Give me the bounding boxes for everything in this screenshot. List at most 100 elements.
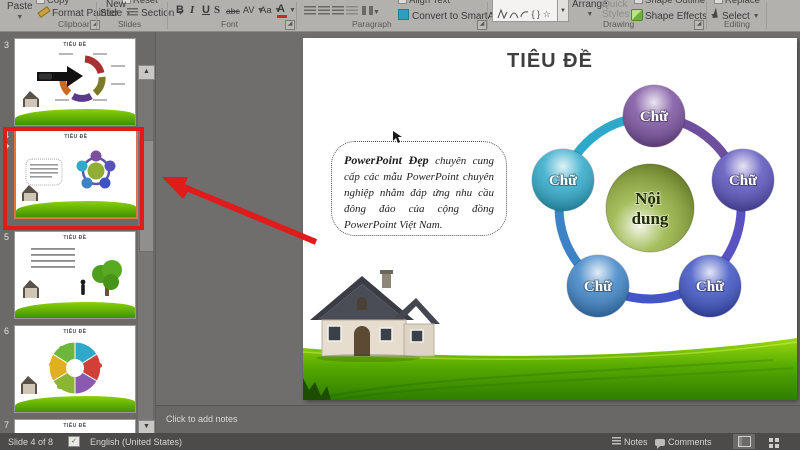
- diagram-node-left[interactable]: Chữ: [531, 148, 595, 212]
- slide-number-6: 6: [4, 326, 10, 336]
- thumb5-graphics: [23, 248, 122, 298]
- notes-pane[interactable]: Click to add notes: [156, 405, 800, 434]
- diagram-node-right[interactable]: Chữ: [711, 148, 775, 212]
- dropdown-arrow: ▼: [373, 9, 380, 16]
- justify-button[interactable]: [346, 6, 358, 15]
- brace-left-shape[interactable]: {: [532, 9, 535, 19]
- drawing-dialog-launcher[interactable]: ◢: [694, 20, 704, 30]
- dropdown-arrow: ▼: [752, 13, 760, 20]
- slide-thumbnail-3[interactable]: TIÊU ĐỀ: [14, 38, 136, 126]
- comments-icon: [655, 439, 665, 449]
- align-left-button[interactable]: [304, 6, 316, 15]
- section-icon: [127, 8, 138, 17]
- ribbon: Paste ▼ Copy Format Painter Clipboard ◢ …: [0, 0, 800, 32]
- shape-outline-button[interactable]: Shape Outline: [634, 0, 705, 6]
- select-cursor-icon: [712, 7, 721, 20]
- editing-group-label: Editing: [724, 19, 750, 29]
- comments-button[interactable]: Comments: [655, 437, 712, 449]
- status-bar: Slide 4 of 8 ✓ English (United States) N…: [0, 433, 800, 450]
- font-group-label: Font: [221, 19, 239, 29]
- svg-text:Chữ: Chữ: [729, 173, 758, 189]
- thumb6-grass: [15, 396, 135, 412]
- group-divider: [487, 2, 488, 29]
- paragraph-dialog-launcher[interactable]: ◢: [477, 20, 487, 30]
- drawing-group-label: Drawing: [603, 19, 635, 29]
- replace-icon: [714, 0, 723, 4]
- svg-text:Chữ: Chữ: [696, 279, 725, 295]
- slide-thumbnail-5[interactable]: TIÊU ĐỀ: [14, 231, 136, 319]
- diagram-node-bottom-left[interactable]: Chữ: [566, 254, 630, 318]
- spell-check-icon[interactable]: ✓: [68, 436, 80, 447]
- slide-number-7: 7: [4, 420, 10, 430]
- replace-button[interactable]: Replace: [714, 0, 760, 6]
- font-dialog-launcher[interactable]: ◢: [285, 20, 295, 30]
- shapes-gallery-more-button[interactable]: ▼: [557, 0, 569, 22]
- thumb3-diagram: [23, 53, 125, 107]
- pane-splitter[interactable]: [155, 32, 156, 433]
- brace-right-shape[interactable]: }: [537, 9, 540, 19]
- slide-canvas[interactable]: TIÊU ĐỀ PowerPoint Đẹp chuyên cung cấp c…: [303, 38, 797, 400]
- underline-button[interactable]: U: [202, 4, 210, 16]
- shape-outline-icon: [634, 0, 643, 4]
- clipboard-group-label: Clipboard: [58, 19, 95, 29]
- diagram-node-bottom-right[interactable]: Chữ: [678, 254, 742, 318]
- font-color-button[interactable]: A: [277, 3, 287, 18]
- dropdown-arrow: ▼: [586, 11, 594, 18]
- format-painter-icon: [37, 6, 51, 18]
- thumbnail-scroll-up-button[interactable]: ▲: [138, 65, 155, 80]
- slide-thumbnail-6[interactable]: TIÊU ĐỀ: [14, 325, 136, 413]
- copy-button[interactable]: Copy: [36, 0, 69, 6]
- svg-text:Nội dung: Nội dung: [632, 189, 669, 228]
- notes-placeholder: Click to add notes: [166, 414, 238, 424]
- font-color-swatch: [277, 15, 287, 18]
- slide-sorter-icon: [769, 438, 773, 442]
- copy-icon: [36, 0, 45, 4]
- clipboard-dialog-launcher[interactable]: ◢: [90, 20, 100, 30]
- columns-button[interactable]: ▼: [362, 6, 380, 18]
- slide-indicator: Slide 4 of 8: [8, 437, 54, 447]
- dropdown-arrow: ▼: [16, 14, 24, 21]
- text-shadow-button[interactable]: S: [214, 4, 220, 16]
- svg-text:Chữ: Chữ: [640, 109, 669, 125]
- italic-button[interactable]: I: [190, 4, 194, 16]
- notes-button[interactable]: Notes: [612, 437, 648, 447]
- group-divider: [766, 2, 767, 29]
- slide-thumbnail-panel: 3 4 ✦ 5 6 7 TIÊU ĐỀ TIÊU ĐỀ TIÊU ĐỀ TIÊU…: [0, 32, 156, 450]
- group-divider: [96, 2, 97, 29]
- thumb5-grass: [15, 302, 135, 318]
- thumb6-chart: [21, 341, 102, 395]
- normal-view-icon: [737, 436, 751, 447]
- slides-group-label: Slides: [118, 19, 142, 29]
- slide-sorter-button[interactable]: [760, 434, 782, 449]
- paste-button[interactable]: Paste ▼: [7, 1, 33, 23]
- smartart-icon: [398, 9, 409, 20]
- powerpoint-window: Paste ▼ Copy Format Painter Clipboard ◢ …: [0, 0, 800, 450]
- dropdown-arrow[interactable]: ▼: [289, 7, 296, 14]
- language-button[interactable]: English (United States): [90, 437, 182, 447]
- strikethrough-button[interactable]: abc: [226, 6, 240, 16]
- group-divider: [167, 2, 168, 29]
- house-image[interactable]: [308, 268, 440, 364]
- slide-number-5: 5: [4, 232, 10, 242]
- group-divider: [296, 2, 297, 29]
- star-shape[interactable]: ☆: [543, 9, 551, 19]
- svg-text:Chữ: Chữ: [584, 279, 613, 295]
- svg-text:Chữ: Chữ: [549, 173, 578, 189]
- align-text-button[interactable]: Align Text: [398, 0, 450, 6]
- annotation-highlight-rectangle: [3, 127, 144, 230]
- shape-icons: [497, 8, 529, 20]
- shapes-gallery[interactable]: { } ☆: [492, 0, 558, 22]
- slide-number-3: 3: [4, 40, 10, 50]
- diagram-node-top[interactable]: Chữ: [622, 84, 686, 148]
- normal-view-button[interactable]: [733, 434, 755, 449]
- notes-icon: [612, 437, 621, 446]
- paste-label: Paste: [7, 1, 33, 12]
- align-center-button[interactable]: [318, 6, 330, 15]
- group-divider: [706, 2, 707, 29]
- align-right-button[interactable]: [332, 6, 344, 15]
- columns-icon: [362, 6, 373, 15]
- diagram-center-node[interactable]: Nội dung: [605, 163, 695, 253]
- align-text-icon: [398, 0, 407, 4]
- thumb3-grass: [15, 109, 135, 125]
- bold-button[interactable]: B: [176, 4, 184, 16]
